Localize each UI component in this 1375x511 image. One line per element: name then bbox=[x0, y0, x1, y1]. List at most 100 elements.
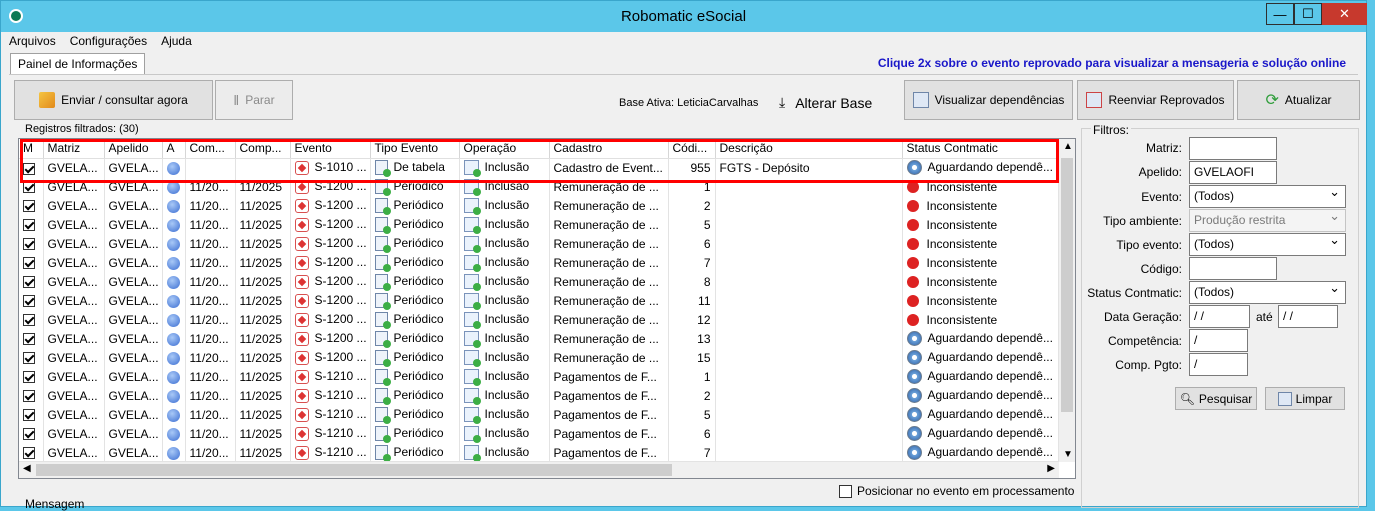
menu-configuracoes[interactable]: Configurações bbox=[70, 34, 147, 52]
operation-icon bbox=[463, 445, 481, 462]
codigo-value: 1 bbox=[703, 369, 711, 384]
matriz-value: GVELA... bbox=[47, 255, 98, 270]
scroll-up-icon[interactable]: ▲ bbox=[1063, 141, 1073, 152]
cadastro-cell: Pagamentos de F... bbox=[549, 443, 669, 462]
minimize-button[interactable]: — bbox=[1266, 3, 1294, 25]
tipo-ambiente-select[interactable]: Produção restrita bbox=[1189, 208, 1346, 232]
data-geracao-from-input[interactable]: / / bbox=[1189, 305, 1250, 328]
scroll-down-icon[interactable]: ▼ bbox=[1063, 449, 1073, 460]
table-row[interactable]: GVELA... GVELA... 11/20... 11/2025 S-1200 ..… bbox=[19, 253, 1060, 272]
active-base-label: Base Ativa: LeticiaCarvalhas bbox=[619, 97, 759, 109]
environment-icon bbox=[166, 332, 180, 346]
clear-button[interactable]: Limpar bbox=[1265, 387, 1345, 410]
row-checkbox-cell[interactable] bbox=[19, 291, 44, 310]
row-checkbox-cell[interactable] bbox=[19, 367, 44, 386]
maximize-button[interactable]: ☐ bbox=[1294, 3, 1322, 25]
ambiente-cell bbox=[162, 196, 186, 215]
cadastro-cell: Remuneração de ... bbox=[549, 329, 669, 348]
competencia-cell: 11/20... bbox=[185, 424, 236, 443]
position-checkbox-row[interactable]: Posicionar no evento em processamento bbox=[839, 484, 1074, 498]
table-row[interactable]: GVELA... GVELA... 11/20... 11/2025 S-1200 ..… bbox=[19, 272, 1060, 291]
send-button[interactable]: Enviar / consultar agora bbox=[14, 80, 213, 120]
status-cell: Aguardando dependê... bbox=[902, 329, 1060, 348]
events-grid[interactable]: M Matriz Apelido A Com... Comp... Evento Tipo E… bbox=[18, 138, 1076, 479]
row-checkbox-cell[interactable] bbox=[19, 196, 44, 215]
row-checkbox-cell[interactable] bbox=[19, 348, 44, 367]
data-geracao-to-input[interactable]: / / bbox=[1278, 305, 1338, 328]
competencia-value: 11/20... bbox=[189, 388, 229, 403]
cadastro-cell: Remuneração de ... bbox=[549, 253, 669, 272]
operacao-value: Inclusão bbox=[484, 387, 530, 402]
competencia-cell: 11/20... bbox=[185, 329, 236, 348]
competencia-cell: 11/20... bbox=[185, 272, 236, 291]
position-checkbox[interactable] bbox=[839, 484, 852, 498]
table-row[interactable]: GVELA... GVELA... 11/20... 11/2025 S-1200 ..… bbox=[19, 196, 1060, 215]
alter-base-button[interactable]: ⤓ Alterar Base bbox=[779, 94, 872, 111]
row-checkbox-cell[interactable] bbox=[19, 329, 44, 348]
scroll-right-icon[interactable]: ▶ bbox=[1047, 463, 1055, 474]
table-row[interactable]: GVELA... GVELA... 11/20... 11/2025 S-1200 ..… bbox=[19, 329, 1060, 348]
horizontal-scrollbar[interactable]: ◀ ▶ bbox=[19, 461, 1059, 478]
table-row[interactable]: GVELA... GVELA... 11/20... 11/2025 S-1200 ..… bbox=[19, 291, 1060, 310]
vertical-scroll-thumb[interactable] bbox=[1061, 158, 1073, 412]
apelido-input[interactable]: GVELAOFI bbox=[1189, 161, 1277, 184]
vertical-scrollbar[interactable]: ▲ ▼ bbox=[1058, 139, 1075, 462]
search-button[interactable]: 🔍︎ Pesquisar bbox=[1175, 387, 1257, 410]
codigo-value: 7 bbox=[703, 445, 711, 460]
scroll-left-icon[interactable]: ◀ bbox=[23, 463, 31, 474]
status-cell: Inconsistente bbox=[902, 272, 1060, 291]
table-row[interactable]: GVELA... GVELA... 11/20... 11/2025 S-1210 ..… bbox=[19, 443, 1060, 462]
row-checkbox-cell[interactable] bbox=[19, 386, 44, 405]
row-checkbox-cell[interactable] bbox=[19, 405, 44, 424]
view-dependencies-button[interactable]: Visualizar dependências bbox=[904, 80, 1073, 120]
comp-value: 11/2025 bbox=[239, 388, 283, 403]
close-button[interactable]: ✕ bbox=[1322, 3, 1367, 25]
menu-bar: Arquivos Configurações Ajuda bbox=[9, 34, 192, 52]
row-checkbox-cell[interactable] bbox=[19, 424, 44, 443]
cadastro-cell: Remuneração de ... bbox=[549, 234, 669, 253]
message-label: Mensagem bbox=[25, 497, 85, 511]
row-checkbox-cell[interactable] bbox=[19, 253, 44, 272]
resend-rejected-button[interactable]: Reenviar Reprovados bbox=[1077, 80, 1234, 120]
cadastro-value: Remuneração de ... bbox=[553, 236, 659, 251]
tipo-evento-cell: Periódico bbox=[370, 386, 460, 405]
competencia-cell: 11/20... bbox=[185, 348, 236, 367]
ambiente-cell bbox=[162, 234, 186, 253]
matriz-value: GVELA... bbox=[47, 407, 98, 422]
table-row[interactable]: GVELA... GVELA... 11/20... 11/2025 S-1210 ..… bbox=[19, 386, 1060, 405]
descricao-cell bbox=[715, 196, 903, 215]
table-row[interactable]: GVELA... GVELA... 11/20... 11/2025 S-1210 ..… bbox=[19, 424, 1060, 443]
codigo-input[interactable] bbox=[1189, 257, 1277, 280]
evento-select[interactable]: (Todos) bbox=[1189, 184, 1346, 208]
row-checkbox-cell[interactable] bbox=[19, 272, 44, 291]
operacao-value: Inclusão bbox=[484, 216, 530, 231]
competencia-input[interactable]: / bbox=[1189, 329, 1248, 352]
apelido-value: GVELA... bbox=[108, 312, 159, 327]
row-checkbox-cell[interactable] bbox=[19, 234, 44, 253]
table-row[interactable]: GVELA... GVELA... 11/20... 11/2025 S-1200 ..… bbox=[19, 348, 1060, 367]
status-select[interactable]: (Todos) bbox=[1189, 280, 1346, 304]
table-row[interactable]: GVELA... GVELA... 11/20... 11/2025 S-1210 ..… bbox=[19, 367, 1060, 386]
horizontal-scroll-thumb[interactable] bbox=[36, 464, 672, 476]
table-row[interactable]: GVELA... GVELA... 11/20... 11/2025 S-1200 ..… bbox=[19, 215, 1060, 234]
comp-pgto-input[interactable]: / bbox=[1189, 353, 1248, 376]
table-row[interactable]: GVELA... GVELA... 11/20... 11/2025 S-1200 ..… bbox=[19, 234, 1060, 253]
codigo-label: Código: bbox=[1140, 262, 1182, 276]
tipo-evento-select[interactable]: (Todos) bbox=[1189, 232, 1346, 256]
row-checkbox-cell[interactable] bbox=[19, 443, 44, 462]
row-checkbox-cell[interactable] bbox=[19, 310, 44, 329]
codigo-cell: 13 bbox=[668, 329, 716, 348]
comp-cell: 11/2025 bbox=[235, 367, 291, 386]
tipo-evento-cell: Periódico bbox=[370, 405, 460, 424]
table-row[interactable]: GVELA... GVELA... 11/20... 11/2025 S-1200 ..… bbox=[19, 310, 1060, 329]
tab-painel-informacoes[interactable]: Painel de Informações bbox=[10, 53, 146, 75]
operacao-value: Inclusão bbox=[484, 368, 530, 383]
menu-arquivos[interactable]: Arquivos bbox=[9, 34, 56, 52]
table-row[interactable]: GVELA... GVELA... 11/20... 11/2025 S-1210 ..… bbox=[19, 405, 1060, 424]
update-button[interactable]: ⟳ Atualizar bbox=[1237, 80, 1360, 120]
row-checkbox-cell[interactable] bbox=[19, 215, 44, 234]
environment-icon bbox=[166, 237, 180, 251]
menu-ajuda[interactable]: Ajuda bbox=[161, 34, 192, 52]
matriz-input[interactable] bbox=[1189, 137, 1277, 160]
stop-button[interactable]: ‖ Parar bbox=[215, 80, 293, 120]
